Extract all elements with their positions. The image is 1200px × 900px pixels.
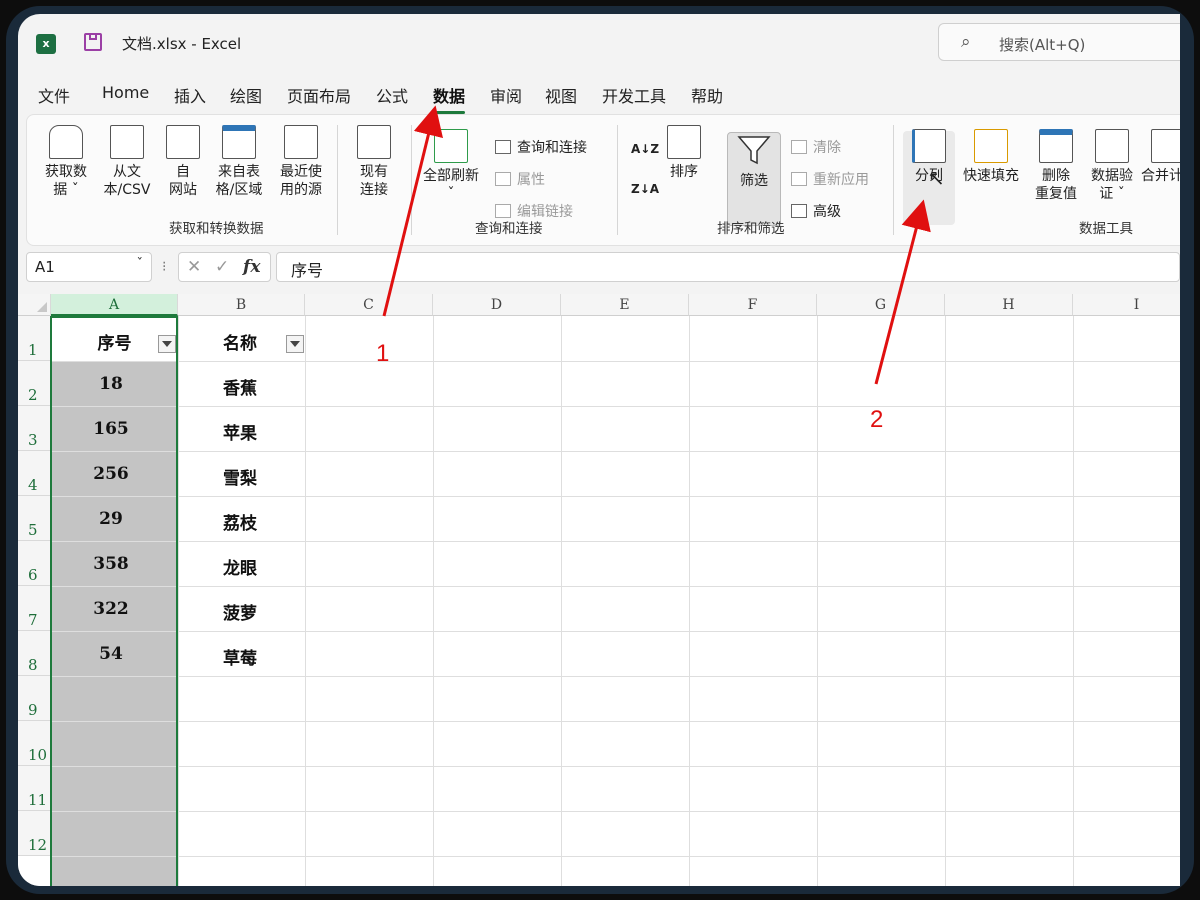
excel-window: x 文档.xlsx - Excel ⌕ 搜索(Alt+Q) 文件 Home 插入… <box>18 14 1180 886</box>
annotation-label-1: 1 <box>376 340 390 367</box>
annotation-label-2: 2 <box>870 406 884 433</box>
arrow-2 <box>874 199 931 385</box>
arrow-1 <box>382 105 444 317</box>
annotation-overlay <box>382 105 931 385</box>
mouse-cursor-icon: ↖ <box>928 166 945 190</box>
